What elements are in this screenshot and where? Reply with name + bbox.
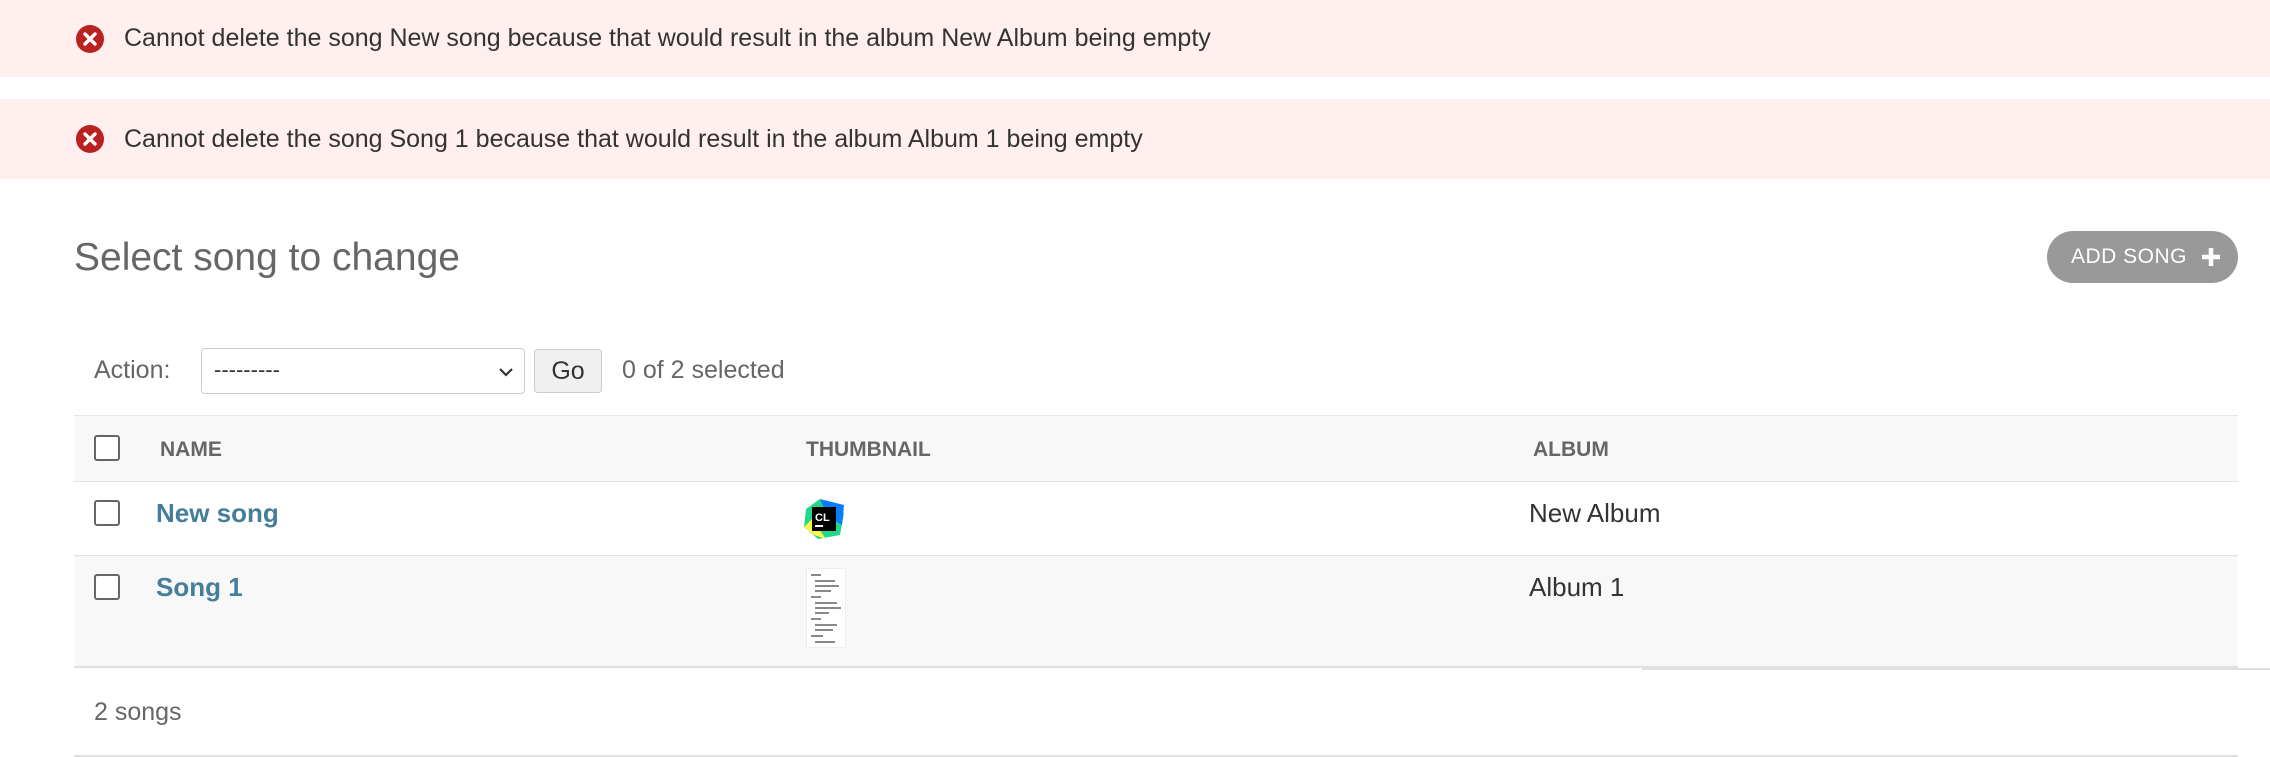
album-name: New Album — [1529, 498, 1661, 528]
divider — [1642, 668, 2270, 670]
table-row: New song CL New Album — [74, 482, 2238, 556]
add-song-label: ADD SONG — [2071, 245, 2188, 268]
action-select-value: --------- — [214, 357, 280, 382]
song-name-link[interactable]: Song 1 — [156, 572, 243, 603]
error-message: Cannot delete the song Song 1 because th… — [0, 99, 2270, 179]
selection-counter: 0 of 2 selected — [622, 356, 785, 384]
table-header: NAME THUMBNAIL ALBUM — [74, 415, 2238, 482]
album-name: Album 1 — [1529, 572, 1625, 602]
error-message-text: Cannot delete the song New song because … — [124, 24, 1211, 52]
select-all-checkbox[interactable] — [94, 435, 120, 461]
action-label: Action: — [94, 356, 171, 384]
page-title: Select song to change — [74, 236, 460, 279]
column-header-name[interactable]: NAME — [160, 438, 222, 462]
thumbnail-text: CL — [815, 512, 830, 524]
go-button[interactable]: Go — [534, 349, 602, 393]
row-checkbox[interactable] — [94, 500, 120, 526]
error-icon — [76, 24, 104, 53]
error-message: Cannot delete the song New song because … — [0, 0, 2270, 77]
row-checkbox[interactable] — [94, 574, 120, 600]
action-select[interactable]: --------- — [201, 348, 525, 394]
result-count: 2 songs — [94, 698, 182, 726]
song-name-link[interactable]: New song — [156, 498, 279, 529]
table-row: Song 1 Album 1 — [74, 556, 2238, 668]
error-icon — [76, 125, 104, 153]
song-thumbnail[interactable]: CL — [804, 499, 844, 539]
column-header-album[interactable]: ALBUM — [1533, 438, 1609, 462]
actions-bar: Action: --------- Go 0 of 2 selected — [74, 348, 874, 394]
add-song-button[interactable]: ADD SONG — [2047, 231, 2238, 283]
column-header-thumbnail: THUMBNAIL — [806, 438, 931, 461]
plus-icon — [2202, 248, 2220, 266]
error-message-text: Cannot delete the song Song 1 because th… — [124, 124, 1143, 153]
chevron-down-icon — [499, 368, 513, 377]
song-thumbnail[interactable] — [806, 568, 846, 648]
